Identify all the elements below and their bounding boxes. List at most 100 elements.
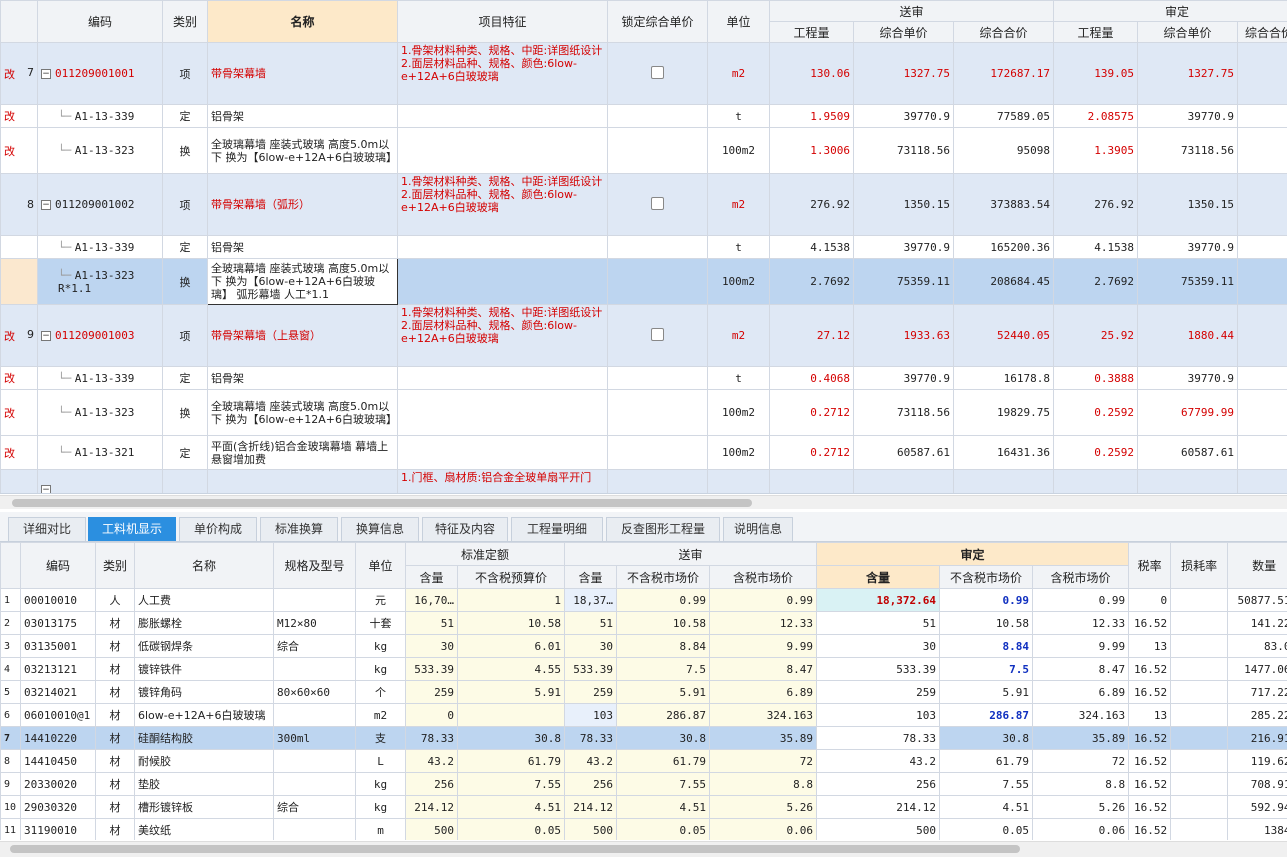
approve-tax-cell[interactable]: 72 (1032, 749, 1130, 773)
resource-name[interactable]: 美纹纸 (134, 818, 274, 840)
header-approve-qty[interactable]: 工程量 (1053, 21, 1139, 43)
send-tax-cell[interactable]: 5.26 (709, 795, 818, 819)
approve-uprice-cell[interactable]: 60587.61 (1137, 435, 1239, 470)
tax-rate-cell[interactable]: 16.52 (1128, 611, 1172, 635)
send-uprice-cell[interactable] (853, 469, 954, 493)
loss-rate-cell[interactable] (1170, 703, 1229, 727)
resource-type[interactable]: 材 (95, 680, 135, 704)
send-qty-cell[interactable] (769, 469, 854, 493)
resource-code[interactable]: 14410450 (20, 749, 96, 773)
header-type[interactable]: 类别 (162, 0, 208, 43)
labor-material-grid[interactable]: 编码 类别 名称 规格及型号 单位 标准定额 送审 审定 税率 损耗率 数量 含… (0, 542, 1287, 840)
send-total-cell[interactable]: 172687.17 (952, 42, 1055, 105)
send-qty-cell[interactable]: 1.9509 (769, 104, 854, 128)
approve-qty-cell[interactable]: 214.12 (816, 795, 941, 819)
resource-spec[interactable] (273, 772, 356, 796)
header-unit[interactable]: 单位 (707, 0, 770, 43)
resource-row[interactable]: 11 31190010 材美纹纸 m 500 0.05 500 0.05 0.06 500 0.05… (0, 818, 1287, 840)
resource-row[interactable]: 5 03214021 材镀锌角码 80×60×60 个 259 5.91 259 5.91 6.8… (0, 680, 1287, 704)
approve-uprice-cell[interactable] (1137, 469, 1239, 493)
tax-rate-cell[interactable]: 16.52 (1128, 657, 1172, 681)
code-cell[interactable]: − (37, 469, 163, 493)
name-cell[interactable]: 带骨架幕墙 (207, 42, 398, 105)
send-notax-cell[interactable]: 286.87 (616, 703, 711, 727)
tab-conversion-info[interactable]: 换算信息 (341, 517, 419, 541)
resource-type[interactable]: 材 (95, 795, 135, 819)
resource-unit[interactable]: kg (355, 657, 406, 681)
bill-row[interactable]: 改 └─ A1-13-339 定铝骨架 t 0.4068 39770.9 16178.8 0… (0, 366, 1287, 390)
std-budget-cell[interactable]: 7.55 (456, 772, 566, 796)
resource-spec[interactable] (273, 588, 356, 612)
tax-rate-cell[interactable]: 16.52 (1128, 726, 1172, 750)
unit-cell[interactable]: 100m2 (707, 258, 770, 305)
std-qty-cell[interactable]: 51 (405, 611, 458, 635)
bheader-code[interactable]: 编码 (20, 542, 96, 589)
loss-rate-cell[interactable] (1170, 588, 1229, 612)
send-notax-cell[interactable]: 7.55 (616, 772, 711, 796)
approve-qty-cell[interactable]: 259 (816, 680, 941, 704)
approve-uprice-cell[interactable]: 75359.11 (1137, 258, 1239, 305)
unit-cell[interactable]: t (707, 104, 770, 128)
resource-code[interactable]: 03013175 (20, 611, 96, 635)
top-horizontal-scrollbar[interactable] (0, 495, 1287, 509)
resource-type[interactable]: 材 (95, 749, 135, 773)
resource-spec[interactable] (273, 749, 356, 773)
code-cell[interactable]: └─ A1-13-339 (37, 366, 163, 390)
approve-notax-cell[interactable]: 61.79 (939, 749, 1034, 773)
approve-qty-cell[interactable]: 276.92 (1053, 173, 1139, 236)
std-qty-cell[interactable]: 0 (405, 703, 458, 727)
tax-rate-cell[interactable]: 0 (1128, 588, 1172, 612)
bheader-send-tax[interactable]: 含税市场价 (709, 565, 818, 589)
send-uprice-cell[interactable]: 39770.9 (853, 366, 954, 390)
name-cell[interactable]: 带骨架幕墙（弧形） (207, 173, 398, 236)
approve-uprice-cell[interactable]: 73118.56 (1137, 127, 1239, 174)
resource-unit[interactable]: 十套 (355, 611, 406, 635)
loss-rate-cell[interactable] (1170, 818, 1229, 840)
row-mark-cell[interactable]: 改 (0, 435, 38, 470)
resource-unit[interactable]: m2 (355, 703, 406, 727)
send-notax-cell[interactable]: 61.79 (616, 749, 711, 773)
bheader-approve-tax[interactable]: 含税市场价 (1032, 565, 1130, 589)
resource-spec[interactable]: 80×60×60 (273, 680, 356, 704)
count-cell[interactable]: 592.941 (1227, 795, 1287, 819)
resource-spec[interactable]: 综合 (273, 795, 356, 819)
tab-standard-conversion[interactable]: 标准换算 (260, 517, 338, 541)
tab-notes[interactable]: 说明信息 (723, 517, 793, 541)
std-qty-cell[interactable]: 30 (405, 634, 458, 658)
send-tax-cell[interactable]: 6.89 (709, 680, 818, 704)
feature-cell[interactable] (397, 258, 608, 305)
row-mark-cell[interactable]: 改 (0, 389, 38, 436)
resource-type[interactable]: 人 (95, 588, 135, 612)
std-budget-cell[interactable]: 10.58 (456, 611, 566, 635)
type-cell[interactable] (162, 469, 208, 493)
feature-cell[interactable]: 1.骨架材料种类、规格、中距:详图纸设计 2.面层材料品种、规格、颜色:6low… (397, 173, 608, 236)
header-code[interactable]: 编码 (37, 0, 163, 43)
bheader-name[interactable]: 名称 (134, 542, 274, 589)
approve-total-cell[interactable] (1237, 366, 1287, 390)
lock-cell[interactable] (607, 435, 708, 470)
std-budget-cell[interactable]: 5.91 (456, 680, 566, 704)
approve-qty-cell[interactable]: 500 (816, 818, 941, 840)
lock-cell[interactable] (607, 389, 708, 436)
approve-uprice-cell[interactable]: 39770.9 (1137, 366, 1239, 390)
std-qty-cell[interactable]: 78.33 (405, 726, 458, 750)
bill-items-grid[interactable]: 编码 类别 名称 项目特征 锁定综合单价 单位 送审 审定 工程量 综合单价 综… (0, 0, 1287, 494)
bheader-unit[interactable]: 单位 (355, 542, 406, 589)
send-qty-cell[interactable]: 0.2712 (769, 435, 854, 470)
send-total-cell[interactable]: 77589.05 (952, 104, 1055, 128)
send-total-cell[interactable]: 165200.36 (952, 235, 1055, 259)
send-qty-cell[interactable]: 256 (564, 772, 618, 796)
resource-type[interactable]: 材 (95, 611, 135, 635)
resource-spec[interactable]: M12×80 (273, 611, 356, 635)
send-qty-cell[interactable]: 214.12 (564, 795, 618, 819)
name-cell[interactable]: 带骨架幕墙（上悬窗） (207, 304, 398, 367)
approve-notax-cell[interactable]: 7.55 (939, 772, 1034, 796)
approve-tax-cell[interactable]: 8.47 (1032, 657, 1130, 681)
bill-row[interactable]: 8−011209001002 项带骨架幕墙（弧形） 1.骨架材料种类、规格、中距:详… (0, 173, 1287, 236)
feature-cell[interactable] (397, 366, 608, 390)
name-cell[interactable]: 全玻璃幕墙 座装式玻璃 高度5.0m以下 换为【6low-e+12A+6白玻玻璃… (207, 127, 398, 174)
loss-rate-cell[interactable] (1170, 749, 1229, 773)
bill-row[interactable]: 改 7−011209001001 项带骨架幕墙 1.骨架材料种类、规格、中距:详图纸… (0, 42, 1287, 105)
send-total-cell[interactable]: 16431.36 (952, 435, 1055, 470)
send-uprice-cell[interactable]: 1350.15 (853, 173, 954, 236)
